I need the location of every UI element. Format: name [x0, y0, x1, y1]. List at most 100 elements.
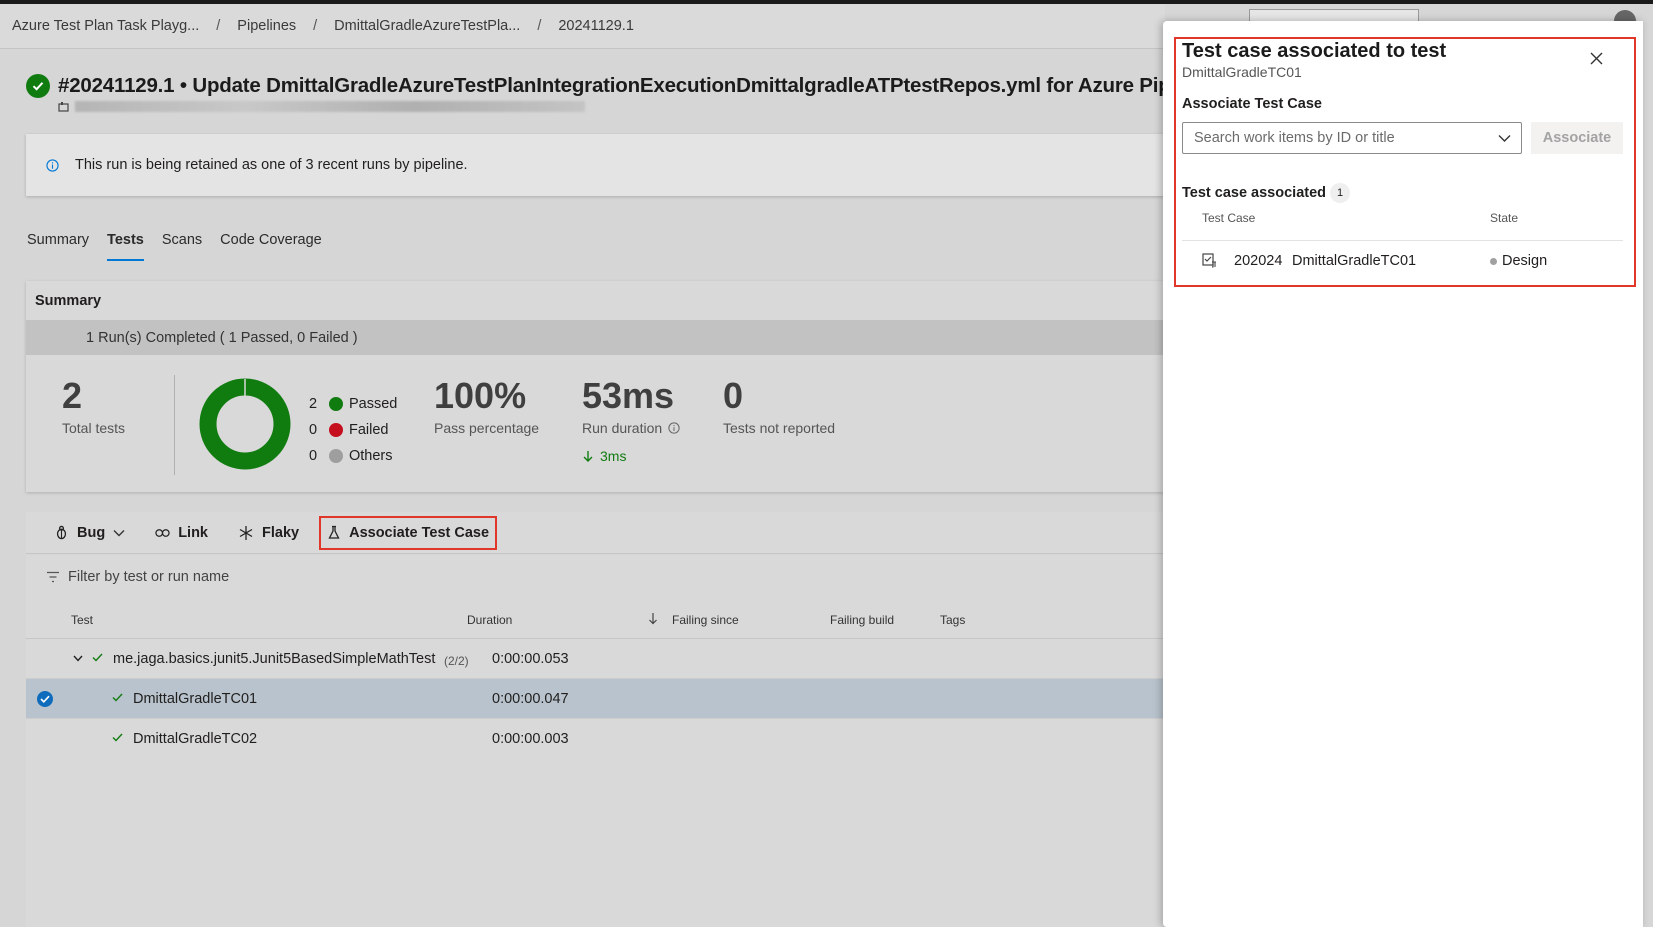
test-case-state-label: Design	[1502, 253, 1548, 269]
breadcrumb-pipeline[interactable]: DmittalGradleAzureTestPla...	[334, 18, 520, 34]
runs-completed-bar[interactable]: 1 Run(s) Completed ( 1 Passed, 0 Failed …	[26, 320, 1165, 355]
stats-divider	[174, 375, 175, 475]
chevron-down-icon[interactable]	[73, 655, 83, 662]
check-icon	[112, 693, 123, 702]
info-icon	[46, 158, 59, 172]
group-duration: 0:00:00.053	[492, 651, 569, 667]
work-item-search-input[interactable]: Search work items by ID or title	[1182, 122, 1522, 154]
associated-test-case-row[interactable]: 202024 DmittalGradleTC01 Design	[1182, 241, 1623, 281]
column-state: State	[1490, 211, 1519, 225]
legend-passed: 2 Passed	[309, 391, 397, 417]
legend-failed-label: Failed	[349, 422, 389, 438]
pass-donut-chart	[199, 378, 291, 470]
link-button-label: Link	[178, 524, 208, 541]
column-duration[interactable]: Duration	[467, 613, 512, 627]
test-duration: 0:00:00.003	[492, 731, 569, 747]
bug-button-label: Bug	[77, 524, 106, 541]
legend-others-label: Others	[349, 448, 393, 464]
total-tests-label: Total tests	[62, 420, 126, 436]
tab-tests[interactable]: Tests	[107, 232, 144, 261]
tab-scans[interactable]: Scans	[162, 232, 202, 261]
associate-section-label: Associate Test Case	[1182, 96, 1322, 112]
retention-banner: This run is being retained as one of 3 r…	[26, 134, 1165, 196]
snowflake-icon	[239, 525, 253, 540]
associated-table-header: Test Case State	[1182, 211, 1623, 241]
link-button[interactable]: Link	[145, 516, 218, 550]
pass-percentage-label: Pass percentage	[434, 420, 540, 436]
breadcrumb-run[interactable]: 20241129.1	[558, 18, 634, 34]
test-duration: 0:00:00.047	[492, 691, 569, 707]
breadcrumb-separator: /	[537, 18, 542, 34]
test-case-id[interactable]: 202024	[1234, 253, 1282, 269]
repo-icon	[58, 102, 69, 112]
associate-test-case-label: Associate Test Case	[349, 524, 490, 541]
info-icon[interactable]	[668, 422, 680, 434]
bug-button[interactable]: Bug	[44, 516, 135, 550]
breadcrumb: Azure Test Plan Task Playg... / Pipeline…	[0, 4, 1165, 49]
run-duration-value: 53ms	[582, 375, 675, 416]
bug-icon	[56, 525, 67, 540]
success-check-icon	[26, 74, 50, 98]
blurred-commit-info	[75, 101, 585, 112]
legend-passed-count: 2	[309, 396, 318, 412]
close-button[interactable]	[1585, 47, 1607, 69]
test-filter[interactable]: Filter by test or run name	[26, 555, 1165, 599]
summary-heading: Summary	[35, 292, 102, 309]
table-row[interactable]: DmittalGradleTC01 0:00:00.047	[26, 679, 1165, 719]
test-name: DmittalGradleTC02	[133, 731, 258, 747]
test-case-state: Design	[1490, 253, 1547, 269]
others-dot-icon	[329, 449, 343, 463]
total-tests-value: 2	[62, 375, 83, 416]
filter-icon	[47, 571, 59, 583]
chevron-down-icon	[113, 529, 125, 536]
associate-test-case-button[interactable]: Associate Test Case	[319, 515, 498, 550]
chevron-down-icon[interactable]	[1498, 131, 1511, 145]
search-placeholder: Search work items by ID or title	[1194, 130, 1395, 146]
failed-dot-icon	[329, 423, 343, 437]
column-test[interactable]: Test	[71, 613, 93, 627]
column-failing-build[interactable]: Failing build	[830, 613, 894, 627]
selected-check-icon[interactable]	[37, 691, 53, 707]
flaky-button[interactable]: Flaky	[228, 516, 309, 550]
column-tags[interactable]: Tags	[940, 613, 965, 627]
group-count: (2/2)	[444, 654, 469, 668]
run-duration-label: Run duration	[582, 420, 663, 436]
table-row-group[interactable]: me.jaga.basics.junit5.Junit5BasedSimpleM…	[26, 639, 1165, 679]
sort-down-icon[interactable]	[648, 612, 658, 625]
run-duration-label-row: Run duration	[582, 420, 680, 436]
test-name: DmittalGradleTC01	[133, 691, 258, 707]
check-icon	[92, 653, 103, 662]
column-failing-since[interactable]: Failing since	[672, 613, 739, 627]
summary-stats: 2 Total tests 2 Passed 0 Failed 0 Others…	[26, 355, 1165, 492]
test-results-grid: Test Duration Failing since Failing buil…	[26, 599, 1165, 927]
breadcrumb-project[interactable]: Azure Test Plan Task Playg...	[12, 18, 199, 34]
breadcrumb-separator: /	[216, 18, 221, 34]
pass-percentage-value: 100%	[434, 375, 527, 416]
summary-card: Summary 1 Run(s) Completed ( 1 Passed, 0…	[26, 281, 1165, 492]
associate-button[interactable]: Associate	[1531, 122, 1623, 154]
state-dot-icon	[1490, 257, 1497, 265]
group-name: me.jaga.basics.junit5.Junit5BasedSimpleM…	[113, 651, 436, 667]
table-row[interactable]: DmittalGradleTC02 0:00:00.003	[26, 719, 1165, 759]
run-subtitle	[58, 101, 585, 112]
tab-code-coverage[interactable]: Code Coverage	[220, 232, 322, 261]
pipeline-run-page: Azure Test Plan Task Playg... / Pipeline…	[0, 4, 1653, 927]
arrow-down-icon	[583, 450, 593, 462]
link-icon	[155, 528, 170, 537]
breadcrumb-pipelines[interactable]: Pipelines	[237, 18, 296, 34]
breadcrumb-separator: /	[313, 18, 318, 34]
close-icon	[1590, 52, 1602, 64]
run-title-row: #20241129.1 • Update DmittalGradleAzureT…	[26, 74, 1205, 98]
associated-section-text: Test case associated	[1182, 184, 1327, 201]
flask-icon	[328, 525, 340, 539]
pass-legend: 2 Passed 0 Failed 0 Others	[309, 391, 397, 469]
legend-passed-label: Passed	[349, 396, 398, 412]
grid-header: Test Duration Failing since Failing buil…	[26, 599, 1165, 639]
filter-placeholder: Filter by test or run name	[68, 569, 230, 585]
panel-title: Test case associated to test	[1182, 40, 1447, 62]
top-bar-search-edge	[1249, 9, 1419, 21]
test-case-name[interactable]: DmittalGradleTC01	[1292, 253, 1416, 269]
test-case-icon	[1202, 253, 1216, 268]
tab-summary[interactable]: Summary	[27, 232, 89, 261]
legend-others-count: 0	[309, 448, 318, 464]
